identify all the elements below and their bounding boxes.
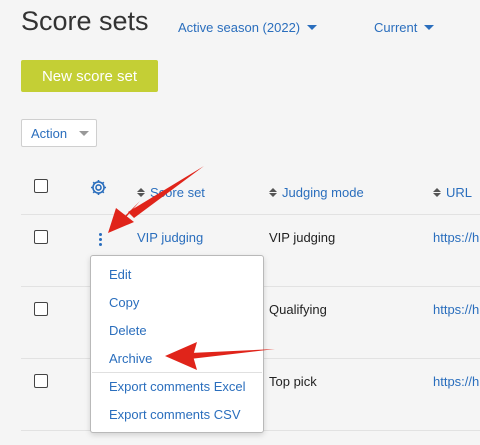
url-link[interactable]: https://h [433, 374, 479, 389]
chevron-down-icon [424, 25, 435, 30]
gear-icon[interactable] [89, 178, 108, 197]
chevron-down-icon [307, 25, 318, 30]
chevron-down-icon [79, 130, 90, 136]
score-set-link[interactable]: VIP judging [137, 230, 203, 245]
menu-divider [92, 372, 262, 373]
column-header-score-set[interactable]: Score set [137, 185, 205, 200]
season-filter-label: Active season (2022) [178, 20, 301, 35]
action-dropdown[interactable]: Action [21, 119, 97, 147]
column-header-label: URL [446, 185, 473, 200]
column-header-label: Score set [150, 185, 205, 200]
row-checkbox[interactable] [34, 374, 48, 388]
row-checkbox[interactable] [34, 302, 48, 316]
column-header-label: Judging mode [282, 185, 364, 200]
sort-icon [269, 188, 277, 197]
url-link[interactable]: https://h [433, 230, 479, 245]
status-filter-label: Current [374, 20, 418, 35]
judging-mode-cell: VIP judging [269, 230, 336, 245]
kebab-menu-icon[interactable] [97, 231, 104, 248]
row-checkbox[interactable] [34, 230, 48, 244]
menu-item-delete[interactable]: Delete [109, 323, 147, 338]
season-filter[interactable]: Active season (2022) [178, 20, 318, 35]
status-filter[interactable]: Current [374, 20, 435, 35]
sort-icon [433, 188, 441, 197]
row-context-menu: Edit Copy Delete Archive Export comments… [90, 255, 264, 433]
column-header-url[interactable]: URL [433, 185, 472, 200]
divider [21, 214, 480, 215]
menu-item-archive[interactable]: Archive [109, 351, 152, 366]
column-header-judging-mode[interactable]: Judging mode [269, 185, 364, 200]
action-dropdown-label: Action [31, 125, 68, 141]
menu-item-export-excel[interactable]: Export comments Excel [109, 379, 246, 394]
menu-item-export-csv[interactable]: Export comments CSV [109, 407, 241, 422]
sort-icon [137, 188, 145, 197]
select-all-checkbox[interactable] [34, 179, 48, 193]
judging-mode-cell: Top pick [269, 374, 317, 389]
page-title: Score sets [21, 6, 149, 36]
judging-mode-cell: Qualifying [269, 302, 327, 317]
new-score-set-button[interactable]: New score set [21, 60, 158, 92]
url-link[interactable]: https://h [433, 302, 479, 317]
menu-item-copy[interactable]: Copy [109, 295, 139, 310]
menu-item-edit[interactable]: Edit [109, 267, 131, 282]
